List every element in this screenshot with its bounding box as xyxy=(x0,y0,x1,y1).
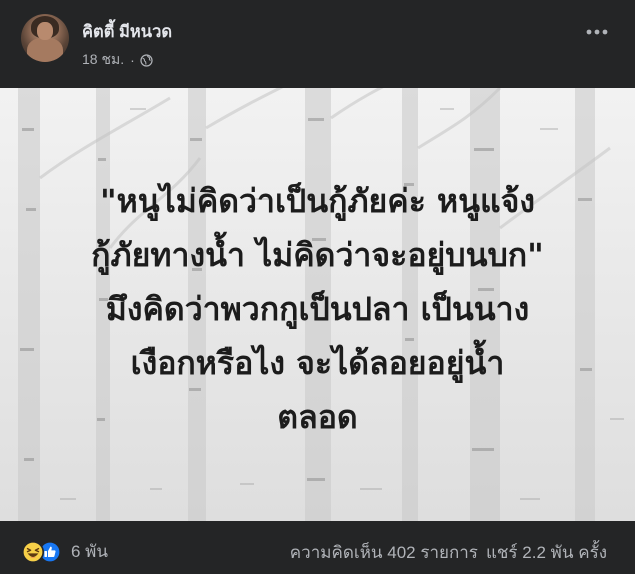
quote-line: เงือกหรือไง จะได้ลอยอยู่น้ำ xyxy=(130,343,505,382)
more-horizontal-icon xyxy=(586,29,608,35)
engagement-stats: ความคิดเห็น 402 รายการ แชร์ 2.2 พัน ครั้… xyxy=(290,539,607,566)
post-image[interactable]: "หนูไม่คิดว่าเป็นกู้ภัยค่ะ หนูแจ้ง กู้ภั… xyxy=(0,88,635,521)
globe-icon[interactable] xyxy=(140,53,153,67)
quote-line: ตลอด xyxy=(277,397,358,436)
post-timestamp[interactable]: 18 ชม. xyxy=(82,49,124,71)
reaction-count: 6 พัน xyxy=(71,542,109,561)
reactions-summary[interactable]: 6 พัน xyxy=(22,538,108,565)
more-options-button[interactable] xyxy=(583,22,611,42)
haha-icon xyxy=(22,540,44,563)
reaction-icons xyxy=(22,540,61,563)
post-header: คิตตี้ มีหนวด 18 ชม. · xyxy=(0,0,635,82)
post-footer: 6 พัน ความคิดเห็น 402 รายการ แชร์ 2.2 พั… xyxy=(0,522,635,574)
quote-text: "หนูไม่คิดว่าเป็นกู้ภัยค่ะ หนูแจ้ง กู้ภั… xyxy=(0,88,635,521)
post-meta: 18 ชม. · xyxy=(82,49,153,71)
quote-line: กู้ภัยทางน้ำ ไม่คิดว่าจะอยู่บนบก" xyxy=(91,235,544,274)
author-name[interactable]: คิตตี้ มีหนวด xyxy=(82,19,172,45)
author-avatar[interactable] xyxy=(21,14,69,62)
facebook-post: คิตตี้ มีหนวด 18 ชม. · "หนูไม่คิดว่าเป็น… xyxy=(0,0,635,574)
quote-line: "หนูไม่คิดว่าเป็นกู้ภัยค่ะ หนูแจ้ง xyxy=(100,181,535,220)
share-count-link[interactable]: แชร์ 2.2 พัน ครั้ง xyxy=(486,539,607,566)
comment-count-link[interactable]: ความคิดเห็น 402 รายการ xyxy=(290,539,478,566)
meta-separator: · xyxy=(130,52,135,68)
quote-line: มึงคิดว่าพวกกูเป็นปลา เป็นนาง xyxy=(105,289,530,328)
